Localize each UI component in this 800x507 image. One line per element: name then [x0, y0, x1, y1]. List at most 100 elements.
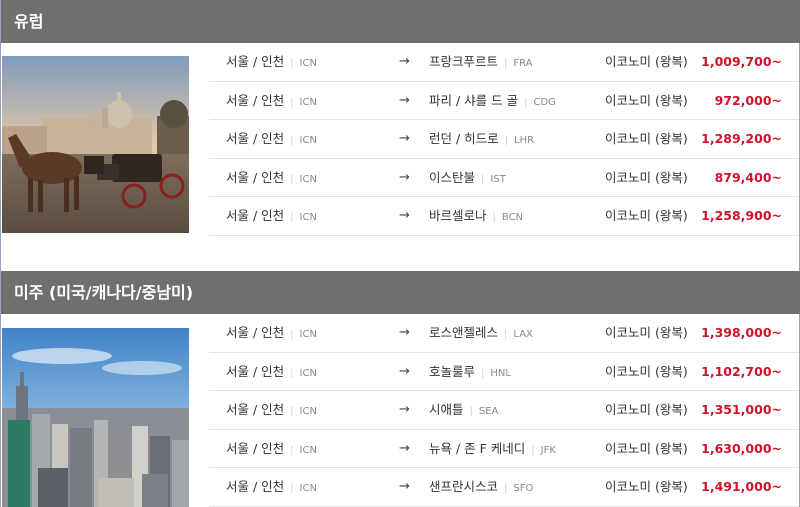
- venice-carriage-photo[interactable]: [2, 56, 189, 233]
- origin-city: 서울 / 인천: [226, 479, 285, 495]
- divider: |: [504, 483, 508, 495]
- destination-cell[interactable]: 프랑크푸르트 | FRA: [429, 43, 533, 83]
- arrow-right-icon: →: [399, 92, 410, 108]
- divider: |: [290, 367, 294, 379]
- origin-cell: 서울 / 인천 | ICN: [226, 468, 317, 507]
- destination-cell[interactable]: 바르셀로나 | BCN: [429, 197, 523, 237]
- destination-cell[interactable]: 호놀룰루 | HNL: [429, 353, 511, 393]
- fare-price[interactable]: 1,009,700~: [701, 43, 782, 81]
- divider: |: [290, 444, 294, 456]
- origin-code: ICN: [299, 135, 317, 147]
- divider: |: [481, 173, 485, 185]
- fare-price[interactable]: 1,258,900~: [701, 197, 782, 235]
- arrow-right-icon: →: [399, 440, 410, 456]
- divider: |: [504, 58, 508, 69]
- origin-cell: 서울 / 인천 | ICN: [226, 120, 317, 160]
- fare-price[interactable]: 1,630,000~: [701, 430, 782, 468]
- origin-city: 서울 / 인천: [226, 325, 285, 340]
- fare-class: 이코노미 (왕복): [605, 131, 688, 147]
- route-row[interactable]: 서울 / 인천 | ICN → 이스탄불 | IST 이코노미 (왕복) 879,400…: [209, 159, 799, 198]
- route-row[interactable]: 서울 / 인천 | ICN → 샌프란시스코 | SFO 이코노미 (왕복) 1,491…: [209, 468, 799, 507]
- route-row[interactable]: 서울 / 인천 | ICN → 프랑크푸르트 | FRA 이코노미 (왕복) 1,009…: [209, 43, 799, 82]
- destination-code: IST: [490, 173, 506, 185]
- origin-cell: 서울 / 인천 | ICN: [226, 353, 317, 393]
- divider: |: [290, 96, 294, 108]
- divider: |: [504, 135, 509, 147]
- origin-cell: 서울 / 인천 | ICN: [226, 159, 317, 199]
- origin-code: ICN: [299, 58, 317, 69]
- fare-price[interactable]: 1,102,700~: [701, 353, 782, 391]
- origin-cell: 서울 / 인천 | ICN: [226, 82, 317, 122]
- route-row[interactable]: 서울 / 인천 | ICN → 시애틀 | SEA 이코노미 (왕복) 1,351,00…: [209, 391, 799, 430]
- destination-cell[interactable]: 시애틀 | SEA: [429, 391, 498, 431]
- arrow-right-icon: →: [399, 208, 410, 224]
- destination-city: 이스탄불: [429, 169, 476, 185]
- destination-city: 파리 / 샤를 드 골: [429, 92, 519, 108]
- route-row[interactable]: 서울 / 인천 | ICN → 런던 / 히드로 | LHR 이코노미 (왕복) 1,2…: [209, 120, 799, 159]
- region-europe: 유럽 서울 / 인천 | ICN → 프랑크푸르트 | FRA 이코노미 (왕복…: [1, 0, 800, 236]
- origin-cell: 서울 / 인천 | ICN: [226, 43, 317, 83]
- fare-class: 이코노미 (왕복): [605, 92, 688, 108]
- divider: |: [481, 367, 485, 379]
- destination-city: 샌프란시스코: [429, 479, 499, 495]
- fare-price[interactable]: 972,000~: [715, 82, 782, 120]
- origin-city: 서울 / 인천: [226, 208, 285, 224]
- origin-cell: 서울 / 인천 | ICN: [226, 391, 317, 431]
- fare-price[interactable]: 1,398,000~: [701, 314, 782, 352]
- origin-city: 서울 / 인천: [226, 402, 285, 418]
- divider: |: [531, 444, 535, 456]
- destination-cell[interactable]: 이스탄불 | IST: [429, 159, 506, 199]
- origin-cell: 서울 / 인천 | ICN: [226, 430, 317, 470]
- fare-price[interactable]: 1,351,000~: [701, 391, 782, 429]
- region-americas: 미주 (미국/캐나다/중남미) 서울 / 인천 | ICN → 로스앤젤레스 |…: [1, 271, 800, 507]
- destination-city: 시애틀: [429, 402, 464, 418]
- origin-code: ICN: [299, 329, 317, 340]
- destination-code: HNL: [490, 367, 511, 379]
- destination-code: FRA: [513, 58, 533, 69]
- arrow-right-icon: →: [399, 479, 410, 495]
- destination-cell[interactable]: 파리 / 샤를 드 골 | CDG: [429, 82, 556, 122]
- divider: |: [290, 406, 294, 418]
- destination-code: BCN: [501, 212, 524, 224]
- destination-cell[interactable]: 뉴욕 / 존 F 케네디 | JFK: [429, 430, 556, 470]
- destination-code: JFK: [540, 444, 556, 456]
- newyork-skyline-photo[interactable]: [2, 328, 189, 507]
- origin-city: 서울 / 인천: [226, 54, 285, 69]
- arrow-right-icon: →: [399, 169, 410, 185]
- destination-code: LHR: [514, 135, 535, 147]
- route-list-americas: 서울 / 인천 | ICN → 로스앤젤레스 | LAX 이코노미 (왕복) 1,398…: [209, 314, 799, 507]
- route-row[interactable]: 서울 / 인천 | ICN → 호놀룰루 | HNL 이코노미 (왕복) 1,102,7…: [209, 353, 799, 392]
- arrow-right-icon: →: [399, 131, 410, 147]
- divider: |: [290, 483, 294, 495]
- route-row[interactable]: 서울 / 인천 | ICN → 뉴욕 / 존 F 케네디 | JFK 이코노미 (왕복)…: [209, 430, 799, 469]
- origin-city: 서울 / 인천: [226, 363, 285, 379]
- fare-class: 이코노미 (왕복): [605, 479, 688, 495]
- destination-city: 바르셀로나: [429, 208, 487, 224]
- origin-code: ICN: [299, 483, 317, 495]
- origin-city: 서울 / 인천: [226, 440, 285, 456]
- destination-code: CDG: [533, 96, 556, 108]
- origin-code: ICN: [299, 367, 317, 379]
- fare-class: 이코노미 (왕복): [605, 440, 688, 456]
- route-row[interactable]: 서울 / 인천 | ICN → 바르셀로나 | BCN 이코노미 (왕복) 1,258,…: [209, 197, 799, 236]
- origin-city: 서울 / 인천: [226, 169, 285, 185]
- fare-class: 이코노미 (왕복): [605, 54, 688, 69]
- fare-class: 이코노미 (왕복): [605, 363, 688, 379]
- destination-cell[interactable]: 로스앤젤레스 | LAX: [429, 314, 533, 354]
- route-row[interactable]: 서울 / 인천 | ICN → 파리 / 샤를 드 골 | CDG 이코노미 (왕복) …: [209, 82, 799, 121]
- fare-price[interactable]: 879,400~: [715, 159, 782, 197]
- origin-code: ICN: [299, 96, 317, 108]
- fare-price[interactable]: 1,491,000~: [701, 468, 782, 506]
- route-row[interactable]: 서울 / 인천 | ICN → 로스앤젤레스 | LAX 이코노미 (왕복) 1,398…: [209, 314, 799, 353]
- divider: |: [290, 58, 294, 69]
- destination-cell[interactable]: 런던 / 히드로 | LHR: [429, 120, 534, 160]
- destination-cell[interactable]: 샌프란시스코 | SFO: [429, 468, 533, 507]
- divider: |: [492, 212, 496, 224]
- divider: |: [524, 96, 528, 108]
- divider: |: [290, 212, 294, 224]
- origin-code: ICN: [299, 406, 317, 418]
- fare-price[interactable]: 1,289,200~: [701, 120, 782, 158]
- region-title-americas: 미주 (미국/캐나다/중남미): [1, 271, 800, 314]
- origin-cell: 서울 / 인천 | ICN: [226, 197, 317, 237]
- arrow-right-icon: →: [399, 325, 410, 340]
